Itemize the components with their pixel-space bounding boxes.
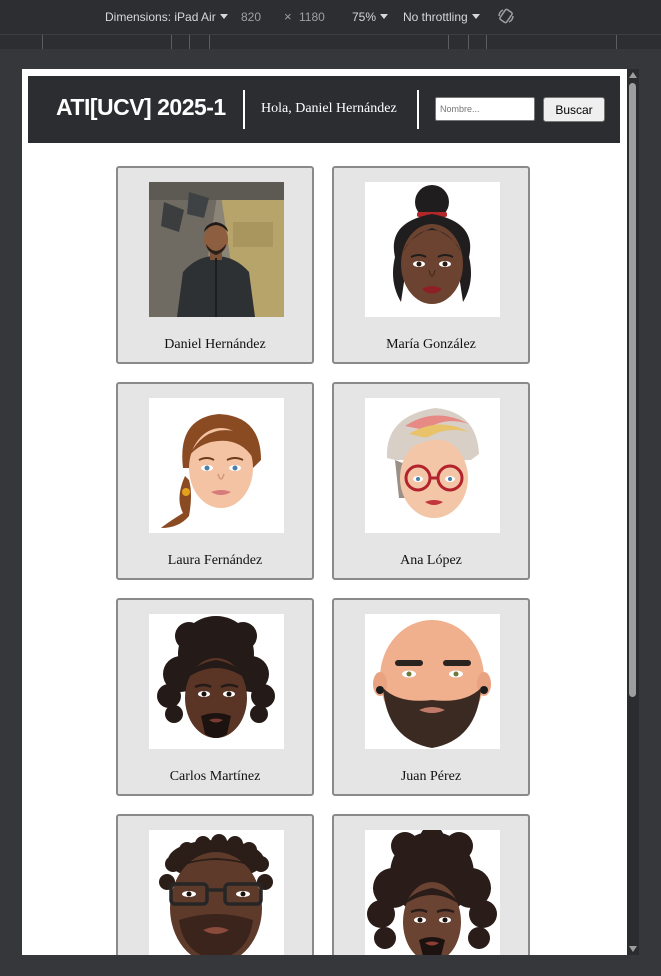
- scrollbar[interactable]: [627, 69, 639, 955]
- student-card[interactable]: [332, 814, 530, 955]
- student-name: Juan Pérez: [400, 769, 462, 784]
- ruler: [0, 34, 661, 49]
- student-card[interactable]: Laura Fernández: [116, 382, 314, 580]
- throttling-label: No throttling: [403, 10, 468, 24]
- avatar: [365, 830, 500, 955]
- dimensions-label: Dimensions: iPad Air: [105, 10, 216, 24]
- student-card[interactable]: Carlos Martínez: [116, 598, 314, 796]
- site-header: ATI[UCV] 2025-1 Hola, Daniel Hernández B…: [28, 76, 620, 143]
- student-card[interactable]: María González: [332, 166, 530, 364]
- times-icon: ×: [284, 9, 292, 24]
- site-title: ATI[UCV] 2025-1: [56, 94, 226, 120]
- search-input[interactable]: [435, 97, 535, 121]
- student-name: Carlos Martínez: [169, 769, 261, 784]
- avatar: [149, 830, 284, 955]
- student-name: Laura Fernández: [167, 553, 263, 568]
- avatar: [365, 182, 500, 317]
- chevron-down-icon: [380, 14, 389, 19]
- chevron-down-icon: [219, 14, 228, 19]
- student-name: Ana López: [400, 553, 462, 568]
- throttling-select[interactable]: No throttling: [403, 10, 480, 24]
- student-name: María González: [386, 337, 476, 352]
- dimensions-select[interactable]: Dimensions: iPad Air: [105, 10, 228, 24]
- scroll-down-icon[interactable]: [629, 946, 637, 952]
- zoom-label: 75%: [352, 10, 377, 24]
- student-name: Daniel Hernández: [164, 337, 266, 352]
- divider: [417, 90, 419, 129]
- avatar: [149, 398, 284, 533]
- search-button[interactable]: Buscar: [543, 97, 605, 122]
- rotate-icon[interactable]: [497, 7, 515, 28]
- avatar: [149, 614, 284, 749]
- greeting: Hola, Daniel Hernández: [261, 101, 397, 116]
- height-input[interactable]: 1180: [299, 10, 325, 24]
- student-card[interactable]: Ana López: [332, 382, 530, 580]
- student-card[interactable]: [116, 814, 314, 955]
- student-card[interactable]: Juan Pérez: [332, 598, 530, 796]
- divider: [243, 90, 245, 129]
- device-toolbar: Dimensions: iPad Air 820 × 1180 75% No t…: [0, 0, 661, 34]
- scroll-up-icon[interactable]: [629, 72, 637, 78]
- width-input[interactable]: 820: [241, 10, 261, 24]
- scrollbar-thumb[interactable]: [629, 83, 636, 697]
- zoom-select[interactable]: 75%: [352, 10, 389, 24]
- page-viewport: ATI[UCV] 2025-1 Hola, Daniel Hernández B…: [22, 69, 627, 955]
- student-card[interactable]: Daniel Hernández: [116, 166, 314, 364]
- avatar: [365, 398, 500, 533]
- chevron-down-icon: [471, 14, 480, 19]
- avatar: [365, 614, 500, 749]
- avatar: [149, 182, 284, 317]
